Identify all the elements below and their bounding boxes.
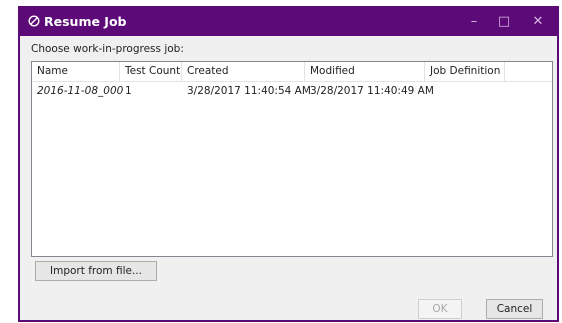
- minimize-button[interactable]: –: [463, 12, 485, 30]
- close-icon: ✕: [532, 13, 544, 29]
- import-from-file-button[interactable]: Import from file...: [35, 261, 157, 281]
- column-header-job-definition[interactable]: Job Definition: [425, 62, 505, 81]
- column-header-name[interactable]: Name: [32, 62, 120, 81]
- list-header: Name Test Count Created Modified Job Def…: [32, 62, 552, 82]
- resume-job-dialog: Resume Job – □ ✕ Choose work-in-progress…: [18, 6, 559, 322]
- maximize-icon: □: [497, 13, 511, 29]
- cell-name: 2016-11-08_000: [37, 85, 124, 97]
- table-row[interactable]: 2016-11-08_000 1 3/28/2017 11:40:54 AM 3…: [32, 82, 552, 100]
- column-header-modified[interactable]: Modified: [305, 62, 425, 81]
- dialog-title: Resume Job: [44, 14, 127, 29]
- circle-slash-icon: [28, 15, 40, 27]
- cell-modified: 3/28/2017 11:40:49 AM: [310, 85, 434, 97]
- cell-test-count: 1: [125, 85, 132, 97]
- maximize-button[interactable]: □: [493, 12, 515, 30]
- close-button[interactable]: ✕: [527, 12, 549, 30]
- cell-job-definition: [425, 82, 505, 100]
- cancel-button[interactable]: Cancel: [486, 299, 543, 319]
- cell-created: 3/28/2017 11:40:54 AM: [187, 85, 311, 97]
- prompt-label: Choose work-in-progress job:: [31, 43, 184, 55]
- column-header-created[interactable]: Created: [182, 62, 305, 81]
- column-header-test-count[interactable]: Test Count: [120, 62, 182, 81]
- title-bar[interactable]: Resume Job – □ ✕: [20, 8, 557, 36]
- minimize-icon: –: [470, 13, 478, 29]
- job-list[interactable]: Name Test Count Created Modified Job Def…: [31, 61, 553, 257]
- ok-button[interactable]: OK: [418, 299, 462, 319]
